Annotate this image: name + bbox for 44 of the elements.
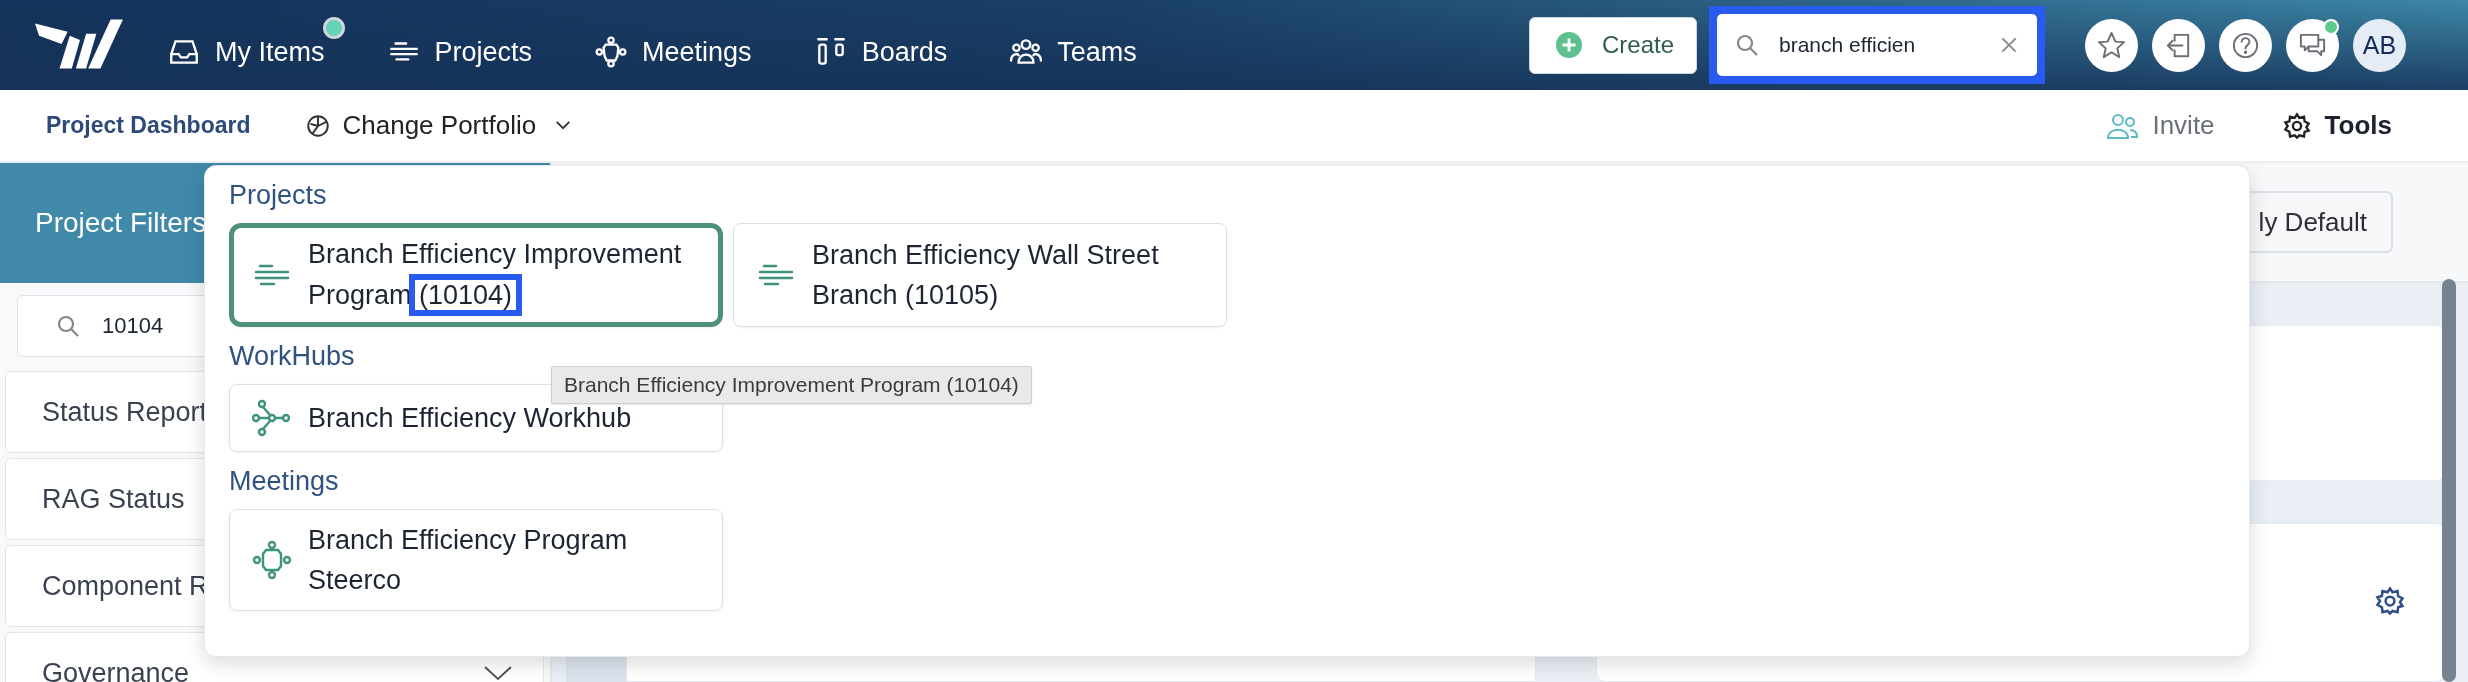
- star-button[interactable]: [2085, 18, 2138, 72]
- search-icon: [56, 314, 80, 338]
- result-card[interactable]: Branch Efficiency Program Steerco: [229, 509, 723, 611]
- result-title: Branch Efficiency Wall Street Branch (10105): [812, 239, 1160, 312]
- chevron-icon: [483, 665, 513, 681]
- result-title: Branch Efficiency Program Steerco: [308, 524, 629, 597]
- people-icon: [2106, 111, 2139, 140]
- section-heading: WorkHubs: [229, 341, 356, 372]
- nav-item[interactable]: Projects: [386, 13, 555, 77]
- search-field[interactable]: branch efficien: [1717, 14, 2037, 76]
- nav-item[interactable]: Teams: [1009, 13, 1159, 77]
- dashboard-link[interactable]: Project Dashboard: [46, 112, 251, 139]
- chat-button[interactable]: [2286, 18, 2339, 72]
- sign-out-button[interactable]: [2152, 18, 2205, 72]
- panel-title: Project Filters: [35, 207, 207, 239]
- tools-button[interactable]: Tools: [2276, 109, 2398, 142]
- section-heading: Projects: [229, 180, 328, 211]
- gear-icon: [2282, 111, 2311, 140]
- search-icon: [1735, 33, 1759, 57]
- tooltip: Branch Efficiency Improvement Program (10104): [551, 366, 1032, 404]
- user-avatar[interactable]: AB: [2353, 18, 2406, 72]
- pie-chart-icon: [304, 112, 331, 139]
- network-icon: [252, 398, 292, 438]
- scrollbar[interactable]: [2442, 279, 2456, 682]
- notification-dot: [322, 17, 345, 39]
- clear-icon[interactable]: [1999, 35, 2019, 55]
- star-icon: [2096, 29, 2127, 61]
- invite-button[interactable]: Invite: [2100, 109, 2221, 142]
- result-card[interactable]: Branch Efficiency Improvement Program (10104): [229, 223, 723, 327]
- nav-item[interactable]: Boards: [813, 13, 970, 77]
- section-heading: Meetings: [229, 466, 340, 497]
- help-button[interactable]: [2219, 18, 2272, 72]
- nav-item[interactable]: My Items: [167, 13, 347, 77]
- chevron-icon: [554, 120, 573, 131]
- meeting-icon: [252, 540, 292, 580]
- portfolio-dropdown[interactable]: Change Portfolio: [298, 109, 579, 142]
- result-title: Branch Efficiency Workhub: [308, 402, 632, 435]
- settings-icon[interactable]: [2375, 586, 2405, 616]
- result-card[interactable]: Branch Efficiency Wall Street Branch (10105): [733, 223, 1227, 327]
- nav-item[interactable]: Meetings: [594, 13, 774, 77]
- meeting-icon: [594, 35, 629, 69]
- create-button[interactable]: Create: [1528, 16, 1697, 74]
- plus-icon: [1555, 32, 1582, 58]
- result-title: Branch Efficiency Improvement Program (10104): [308, 234, 700, 316]
